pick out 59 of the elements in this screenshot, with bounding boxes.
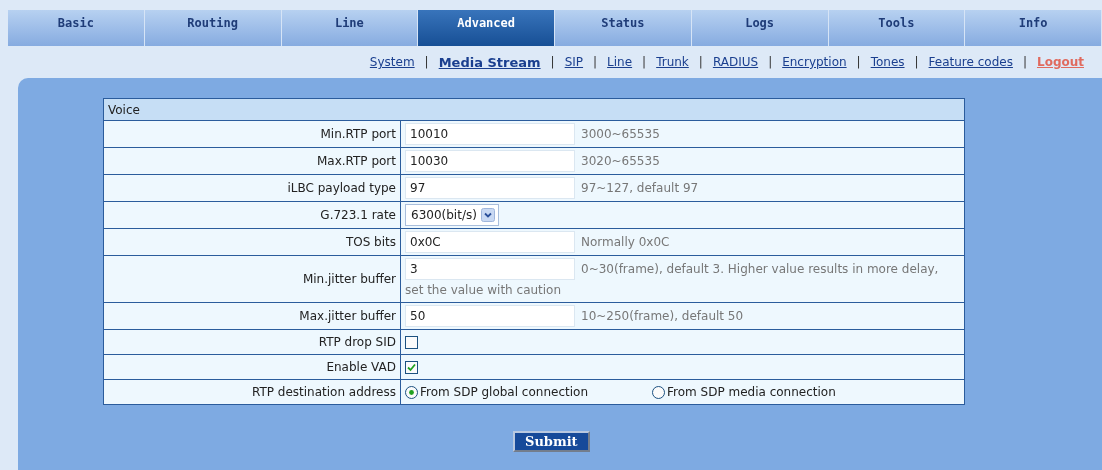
input-field[interactable]: 0x0C [405, 231, 575, 253]
section-header: Voice [103, 98, 965, 121]
hint-text: 3020~65535 [581, 153, 660, 168]
caret-icon [480, 208, 495, 222]
subnav-link[interactable]: Encryption [782, 55, 847, 69]
nav-tab[interactable]: Status [555, 10, 692, 46]
input-field[interactable]: 10030 [405, 150, 575, 172]
input-field[interactable]: 3 [405, 258, 575, 280]
separator-text: | [424, 55, 429, 69]
subnav-link[interactable]: Feature codes [928, 55, 1013, 69]
radio-label: From SDP global connection [420, 384, 588, 401]
input-field[interactable]: 50 [405, 305, 575, 327]
nav-tab[interactable]: Line [281, 10, 419, 46]
hint-text: 10~250(frame), default 50 [581, 308, 744, 323]
subnav-link[interactable]: SIP [564, 55, 584, 69]
separator-text: | [642, 55, 647, 69]
hint-text: Normally 0x0C [581, 234, 670, 249]
subnav-link[interactable]: RADIUS [712, 55, 759, 69]
nav-tab[interactable]: Routing [144, 10, 282, 46]
field-label: Enable VAD [103, 354, 401, 380]
hint-text: 97~127, default 97 [581, 180, 699, 195]
subnav-link[interactable]: Media Stream [438, 54, 541, 70]
nav-tab[interactable]: Advanced [418, 10, 555, 46]
separator-text: | [914, 55, 919, 69]
nav-tab[interactable]: Basic [8, 10, 145, 46]
hint-text: 0~30(frame), default 3. Higher value results in more delay, [581, 261, 939, 276]
field-label: RTP destination address [103, 379, 401, 405]
separator-text: | [856, 55, 861, 69]
nav-tab[interactable]: Logs [691, 10, 829, 46]
field-label: Min.jitter buffer [103, 255, 401, 303]
checkbox[interactable] [405, 336, 418, 349]
field-label: Max.jitter buffer [103, 302, 401, 330]
radio-label: From SDP media connection [667, 384, 836, 401]
field-label: Max.RTP port [103, 147, 401, 175]
radio-button[interactable] [405, 385, 418, 399]
subnav-link[interactable]: Trunk [656, 55, 689, 69]
field-label: G.723.1 rate [103, 201, 401, 229]
rate-dropdown[interactable]: 6300(bit/s) [405, 204, 499, 226]
checkbox[interactable] [405, 361, 418, 374]
submit-button[interactable]: Submit [513, 431, 590, 452]
field-label: TOS bits [103, 228, 401, 256]
subnav-link[interactable]: Tones [870, 55, 905, 69]
separator-text: | [768, 55, 773, 69]
nav-tab[interactable]: Info [965, 10, 1102, 46]
field-label: iLBC payload type [103, 174, 401, 202]
separator-text: | [698, 55, 703, 69]
nav-tab[interactable]: Tools [828, 10, 966, 46]
radio-button[interactable] [652, 385, 665, 399]
subnav-link[interactable]: System [369, 55, 415, 69]
separator-text: | [593, 55, 598, 69]
hint-text: 3000~65535 [581, 126, 660, 141]
subnav-link[interactable]: Line [607, 55, 633, 69]
hint-text: set the value with caution [405, 282, 562, 299]
separator-text: | [1022, 55, 1027, 69]
input-field[interactable]: 10010 [405, 123, 575, 145]
field-label: RTP drop SID [103, 329, 401, 355]
input-field[interactable]: 97 [405, 177, 575, 199]
field-label: Min.RTP port [103, 120, 401, 148]
separator-text: | [550, 55, 555, 69]
